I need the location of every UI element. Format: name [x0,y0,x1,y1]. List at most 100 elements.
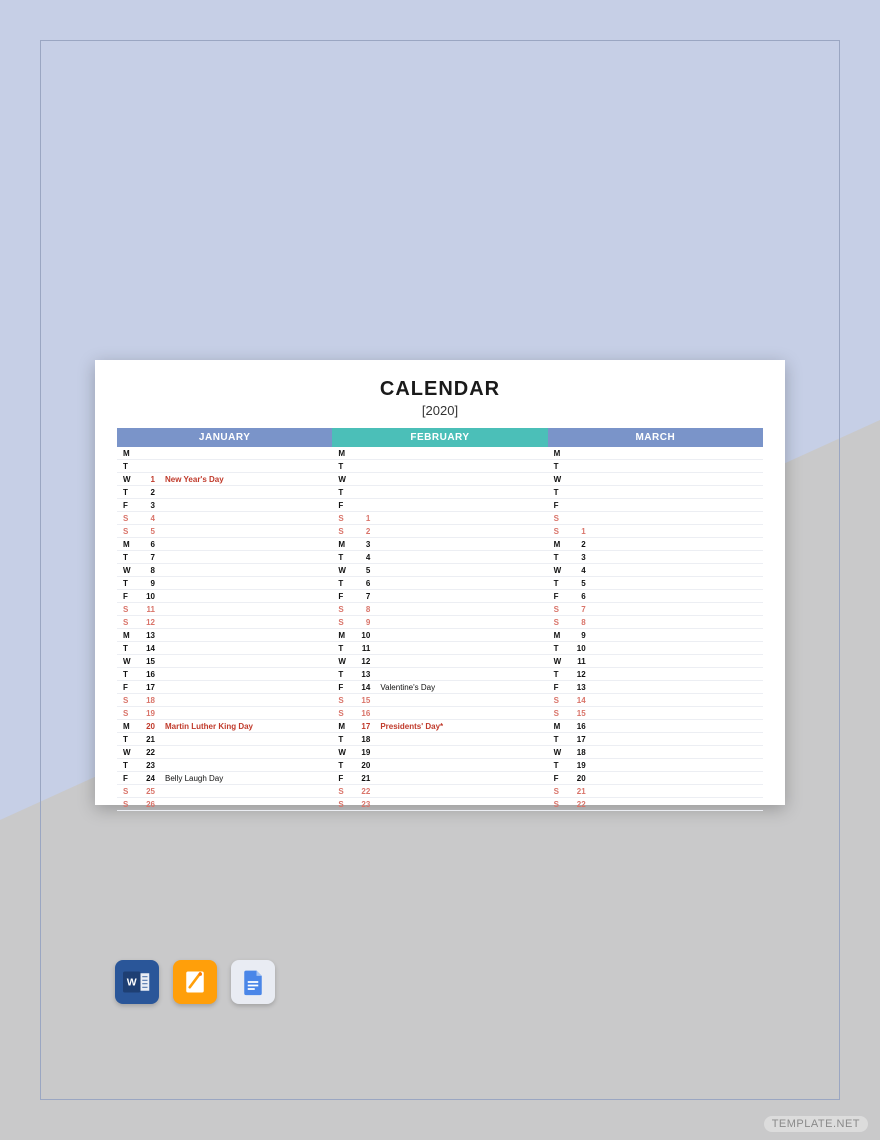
calendar-row: T [332,460,547,473]
day-of-week: F [332,499,354,511]
day-of-week: W [548,564,570,576]
day-of-week: W [332,746,354,758]
calendar-row: T19 [548,759,763,772]
day-number: 5 [570,577,590,589]
day-number: 9 [570,629,590,641]
calendar-row: F13 [548,681,763,694]
day-of-week: S [117,525,139,537]
word-icon[interactable]: W [115,960,159,1004]
calendar-row: F7 [332,590,547,603]
event-label: Martin Luther King Day [159,720,332,732]
day-number: 12 [354,655,374,667]
month-header: MARCH [548,428,763,447]
event-label [159,564,332,576]
calendar-row: S7 [548,603,763,616]
format-icons: W [115,960,275,1004]
day-of-week: S [117,512,139,524]
day-of-week: M [548,447,570,459]
event-label [159,733,332,745]
day-number: 10 [354,629,374,641]
day-number [354,473,374,485]
day-of-week: T [332,551,354,563]
calendar-row: T18 [332,733,547,746]
day-of-week: W [117,655,139,667]
day-number: 13 [570,681,590,693]
day-number [139,447,159,459]
day-number [570,486,590,498]
pages-icon[interactable] [173,960,217,1004]
event-label [374,629,547,641]
day-of-week: T [548,460,570,472]
calendar-row: T9 [117,577,332,590]
day-of-week: S [548,616,570,628]
calendar-row: S15 [332,694,547,707]
day-number: 3 [139,499,159,511]
month-column: MARCHMTWTFSS1M2T3W4T5F6S7S8M9T10W11T12F1… [548,428,763,811]
day-of-week: S [332,603,354,615]
calendar-row: T [117,460,332,473]
event-label [374,590,547,602]
event-label: New Year's Day [159,473,332,485]
calendar-row: F3 [117,499,332,512]
day-number: 7 [354,590,374,602]
day-of-week: F [332,590,354,602]
day-of-week: T [117,759,139,771]
calendar-row: F [548,499,763,512]
day-of-week: S [548,707,570,719]
day-of-week: S [117,798,139,810]
day-number: 4 [570,564,590,576]
event-label [374,694,547,706]
calendar-row: M6 [117,538,332,551]
event-label [159,486,332,498]
day-of-week: T [548,642,570,654]
event-label [159,616,332,628]
svg-text:W: W [127,977,137,989]
calendar-row: T10 [548,642,763,655]
calendar-row: W8 [117,564,332,577]
calendar-row: T11 [332,642,547,655]
event-label [374,733,547,745]
day-number: 2 [570,538,590,550]
day-of-week: S [548,785,570,797]
event-label [590,629,763,641]
month-header: JANUARY [117,428,332,447]
day-of-week: W [548,655,570,667]
event-label [159,590,332,602]
calendar-row: T [332,486,547,499]
day-number: 18 [139,694,159,706]
event-label [590,590,763,602]
google-docs-icon[interactable] [231,960,275,1004]
day-of-week: F [548,681,570,693]
day-of-week: M [117,629,139,641]
day-of-week: T [548,486,570,498]
day-number: 13 [354,668,374,680]
calendar-row: S5 [117,525,332,538]
calendar-row: S1 [548,525,763,538]
calendar-row: T20 [332,759,547,772]
calendar-row: F [332,499,547,512]
calendar-row: F24Belly Laugh Day [117,772,332,785]
day-number: 14 [139,642,159,654]
calendar-row: F6 [548,590,763,603]
calendar-row: T12 [548,668,763,681]
day-of-week: M [548,538,570,550]
day-of-week: F [548,499,570,511]
day-of-week: W [117,746,139,758]
day-number [570,512,590,524]
event-label [374,798,547,810]
day-number [570,473,590,485]
calendar-row: T2 [117,486,332,499]
calendar-row: F20 [548,772,763,785]
event-label [590,525,763,537]
event-label [374,564,547,576]
event-label [590,564,763,576]
day-number: 11 [139,603,159,615]
calendar-row: M [332,447,547,460]
day-number [570,499,590,511]
calendar-row: W5 [332,564,547,577]
calendar-row: T7 [117,551,332,564]
calendar-row: T3 [548,551,763,564]
event-label [590,616,763,628]
calendar-row: T23 [117,759,332,772]
event-label [590,486,763,498]
